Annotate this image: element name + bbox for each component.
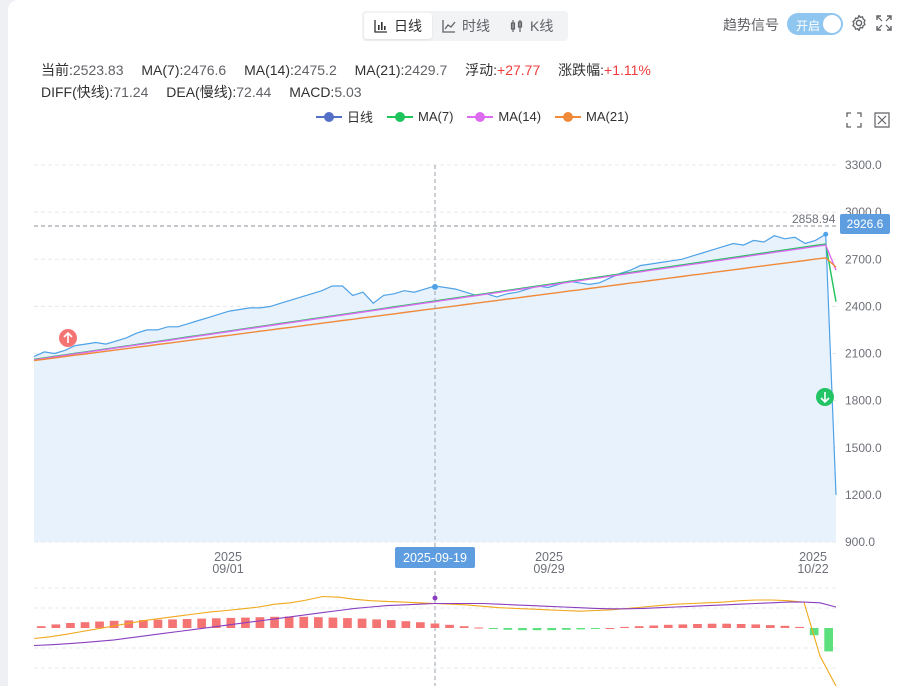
y-tick-label: 3300.0: [845, 158, 882, 172]
macd-bar: [649, 625, 659, 628]
macd-crosshair-point: [432, 595, 438, 601]
macd-bar: [605, 628, 615, 629]
macd-bar: [299, 616, 309, 628]
macd-bar: [795, 626, 804, 628]
macd-bar: [561, 628, 571, 630]
macd-bar: [780, 625, 790, 628]
macd-bar: [51, 624, 61, 628]
macd-bar: [182, 619, 192, 628]
macd-bar: [416, 622, 425, 628]
y-tick-label: 1200.0: [845, 488, 882, 502]
macd-bar: [824, 628, 833, 652]
macd-bar: [168, 619, 177, 628]
x-tick-date: 09/29: [533, 562, 564, 576]
macd-bar: [401, 621, 411, 628]
macd-bar: [489, 628, 498, 629]
macd-bar: [503, 628, 513, 630]
y-tick-label: 2400.0: [845, 299, 882, 313]
macd-bar: [722, 623, 731, 628]
macd-bar: [751, 624, 761, 628]
y-tick-label: 2100.0: [845, 347, 882, 361]
macd-bar: [343, 618, 352, 628]
macd-bar: [314, 617, 323, 628]
macd-bar: [372, 619, 381, 628]
macd-bar: [197, 618, 206, 628]
macd-bar: [766, 625, 775, 628]
y-tick-label: 1500.0: [845, 441, 882, 455]
macd-bar: [430, 623, 440, 628]
macd-bar: [95, 621, 104, 628]
crosshair-point: [432, 283, 438, 290]
macd-bar: [66, 623, 75, 628]
macd-bar: [445, 624, 454, 628]
x-tick-date: 10/22: [797, 562, 828, 576]
macd-bar: [576, 628, 586, 630]
macd-bar: [226, 617, 236, 628]
macd-bar: [663, 624, 673, 628]
macd-bar: [80, 622, 90, 628]
macd-bar: [634, 626, 644, 628]
macd-bar: [707, 623, 717, 628]
macd-bar: [357, 618, 367, 628]
current-value-text: 2926.6: [847, 217, 884, 231]
macd-bar: [547, 628, 556, 631]
max-value-label: 2858.94: [792, 212, 836, 226]
macd-bar: [620, 626, 629, 628]
macd-bar: [591, 628, 600, 629]
max-point: [823, 231, 829, 237]
macd-bar: [532, 628, 542, 631]
price-chart[interactable]: 3300.03000.02700.02400.02100.01800.01500…: [0, 0, 901, 686]
macd-bar: [474, 627, 484, 629]
macd-bar: [328, 617, 338, 628]
macd-bar: [153, 619, 163, 628]
macd-bar: [736, 624, 746, 628]
x-tick-date: 09/01: [212, 562, 243, 576]
macd-bar: [518, 628, 527, 631]
highlight-date-label: 2025-09-19: [403, 551, 467, 565]
macd-bar: [809, 628, 819, 636]
macd-bar: [693, 624, 702, 628]
macd-bar: [36, 626, 46, 628]
y-tick-label: 900.0: [845, 535, 875, 549]
macd-bar: [386, 620, 396, 628]
macd-bar: [459, 626, 469, 628]
macd-bar: [678, 624, 688, 628]
macd-bar: [284, 616, 294, 628]
y-tick-label: 2700.0: [845, 252, 882, 266]
y-tick-label: 1800.0: [845, 394, 882, 408]
macd-bar: [255, 617, 265, 628]
